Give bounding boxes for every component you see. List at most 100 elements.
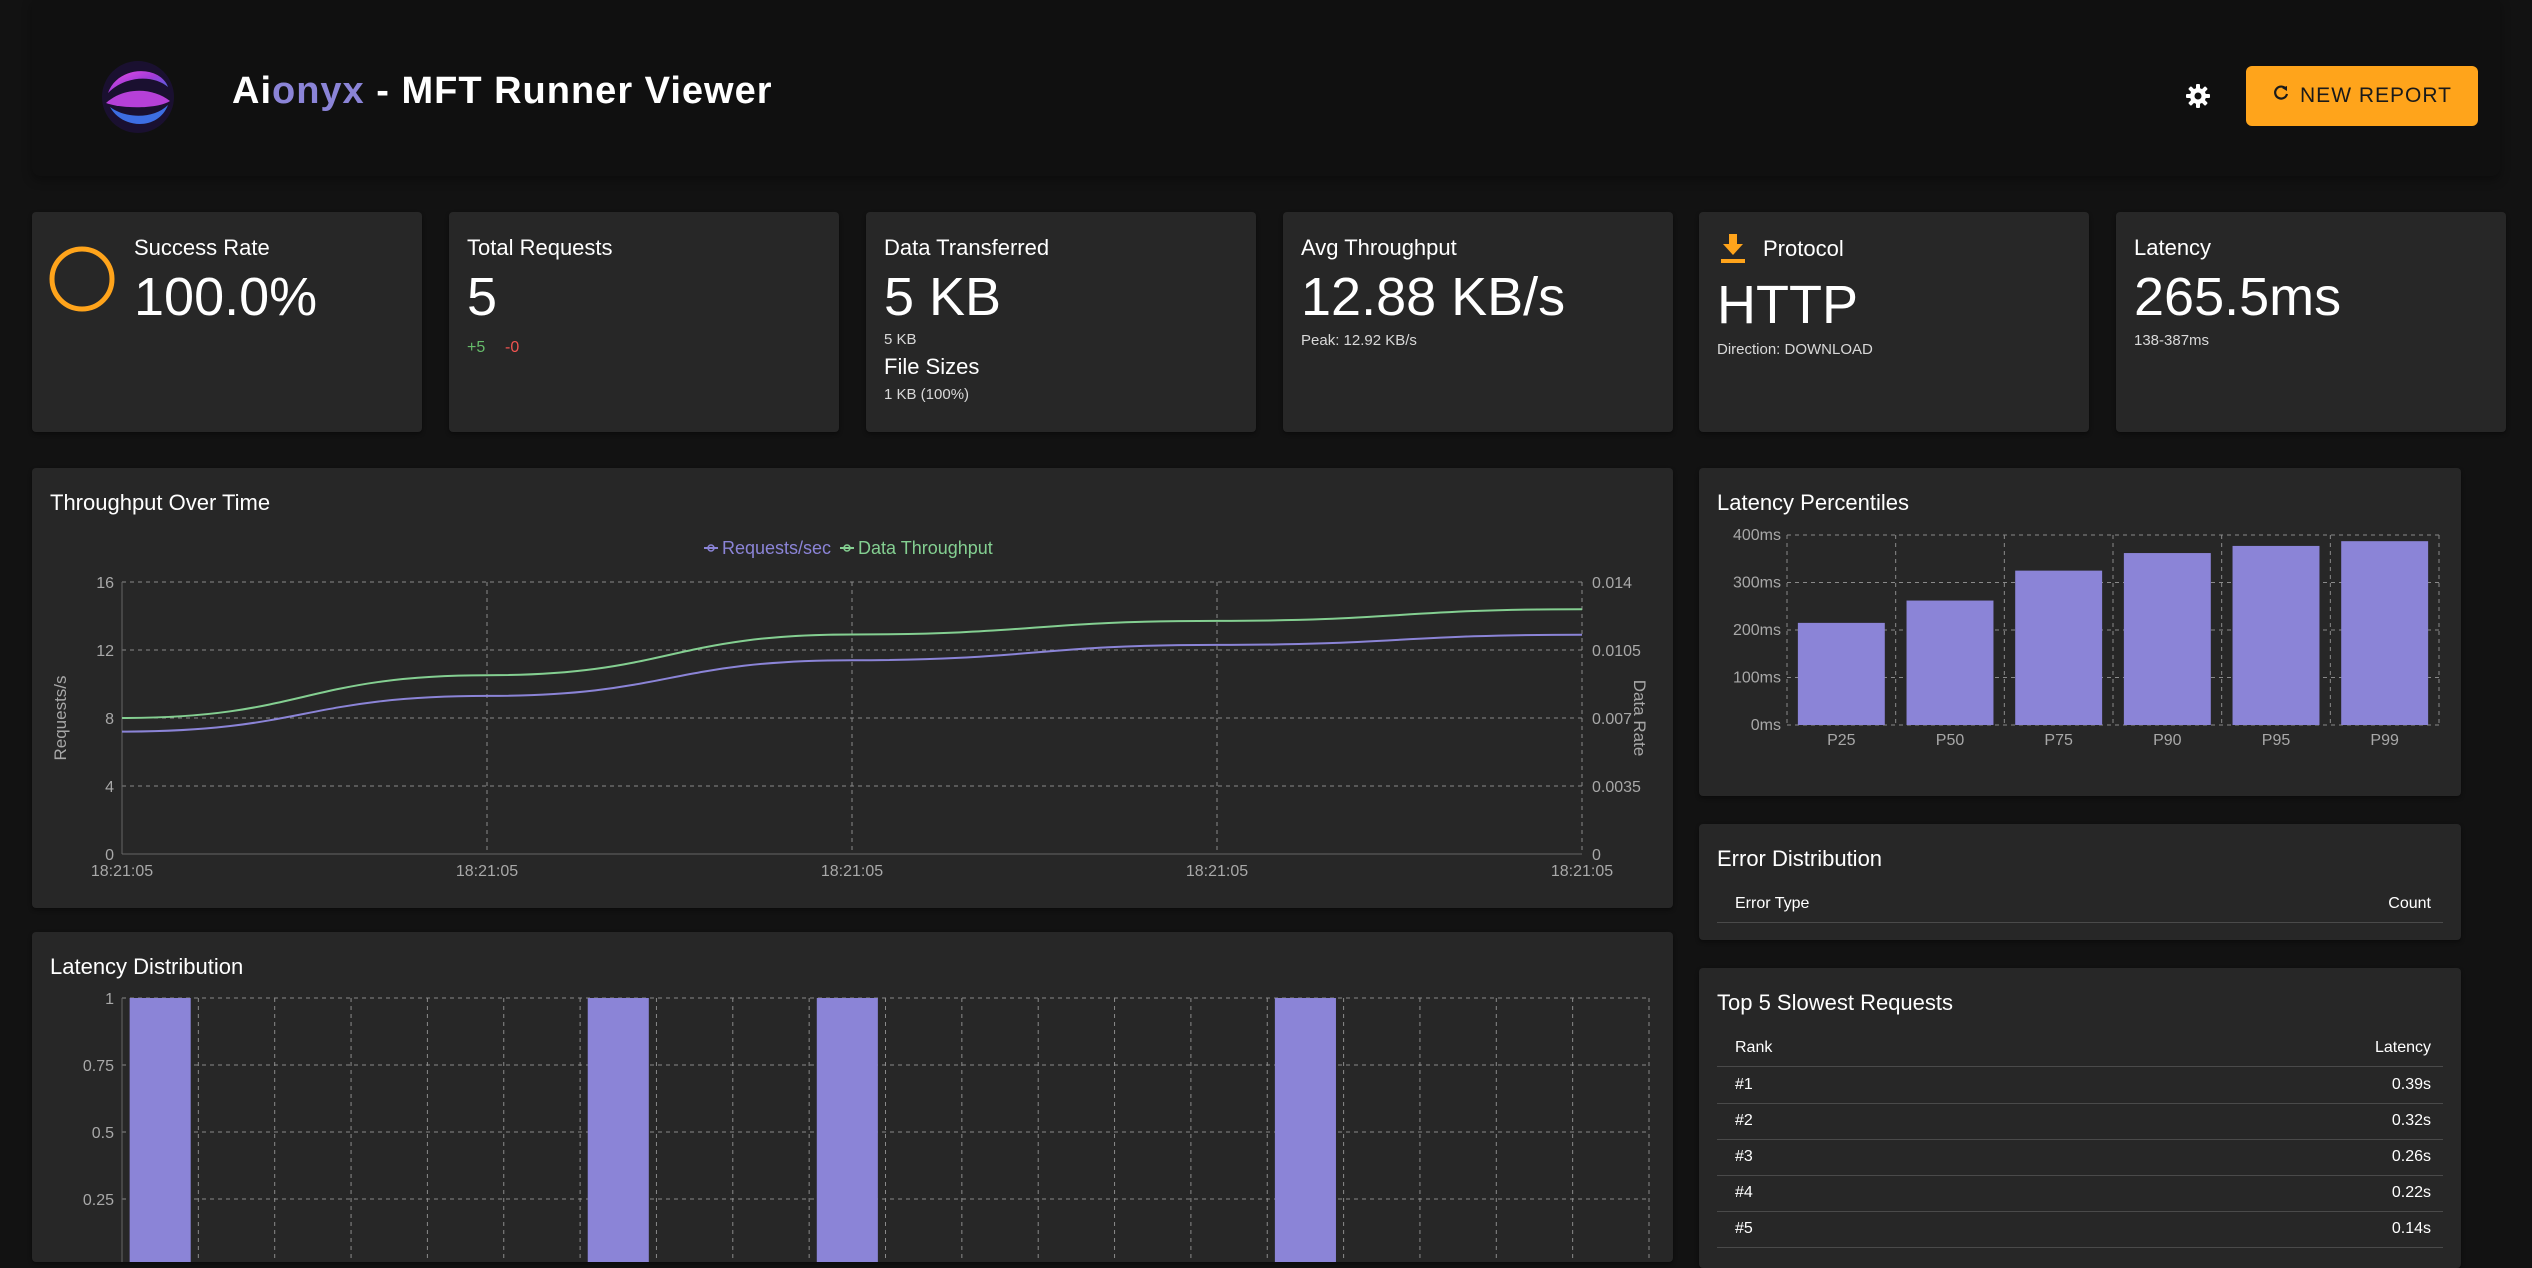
data-transferred-value: 5 KB: [884, 267, 1002, 327]
table-row: #5 0.14s: [1717, 1211, 2443, 1248]
x-tick: P25: [1827, 732, 1856, 749]
percentile-bar: [2015, 570, 2103, 725]
total-requests-card: Total Requests 5 +5 -0: [449, 212, 839, 432]
avg-throughput-card: Avg Throughput 12.88 KB/s Peak: 12.92 KB…: [1283, 212, 1673, 432]
peak-throughput: Peak: 12.92 KB/s: [1301, 332, 1417, 349]
protocol-card: Protocol HTTP Direction: DOWNLOAD: [1699, 212, 2089, 432]
y-right-axis-label: Data Rate: [1630, 680, 1649, 757]
y-right-tick: 0.014: [1592, 575, 1632, 592]
file-sizes-label: File Sizes: [884, 354, 980, 379]
x-tick: P99: [2370, 732, 2399, 749]
latency-label: Latency: [2134, 235, 2212, 260]
download-icon: [1721, 234, 1745, 269]
file-sizes-value: 1 KB (100%): [884, 386, 970, 403]
x-tick: 18:21:05: [1551, 863, 1613, 880]
throughput-chart: Requests/sec Data Throughput 16 0.014 12 0.01…: [51, 538, 1649, 880]
percentile-bar: [1906, 600, 1994, 725]
brand-ai: Ai: [232, 70, 272, 112]
app-header: Aionyx - MFT Runner Viewer NEW REPORT: [32, 0, 2500, 176]
y-tick: 0.75: [83, 1058, 114, 1075]
slowest-requests-card: Top 5 Slowest Requests Rank Latency #1 0…: [1699, 968, 2461, 1268]
distribution-bar: [816, 998, 878, 1262]
y-right-tick: 0.0105: [1592, 643, 1641, 660]
y-left-tick: 4: [105, 779, 114, 796]
y-tick: 0ms: [1751, 717, 1781, 734]
y-left-tick: 8: [105, 711, 114, 728]
latency-percentiles-chart: 400ms 300ms 200ms 100ms 0ms P25 P50 P75 P90 P95 P9…: [1733, 527, 2440, 749]
slowest-table-header: Rank Latency: [1717, 1030, 2443, 1067]
latency-percentiles-card: Latency Percentiles 400ms 300ms 200ms 100ms…: [1699, 468, 2461, 796]
x-tick: P95: [2262, 732, 2291, 749]
total-requests-label: Total Requests: [467, 235, 613, 260]
y-right-tick: 0.007: [1592, 711, 1632, 728]
x-tick: P50: [1936, 732, 1965, 749]
percentile-bar: [2123, 553, 2211, 725]
data-transferred-card: Data Transferred 5 KB 5 KB File Sizes 1 …: [866, 212, 1256, 432]
y-right-tick: 0.0035: [1592, 779, 1641, 796]
row-latency: 0.32s: [2391, 1112, 2431, 1129]
aionyx-logo-icon: [98, 57, 178, 137]
throughput-chart-card: Throughput Over Time Requests/sec Data Th…: [32, 468, 1673, 908]
latency-column: Latency: [2374, 1039, 2431, 1056]
protocol-value: HTTP: [1717, 275, 1858, 335]
x-tick: 18:21:05: [91, 863, 153, 880]
new-report-label: NEW REPORT: [2300, 84, 2452, 107]
percentile-bar: [1797, 622, 1885, 725]
y-tick: 400ms: [1733, 527, 1781, 544]
rank-column: Rank: [1735, 1039, 1773, 1056]
y-tick: 0.5: [92, 1125, 114, 1142]
row-rank: #2: [1735, 1112, 1753, 1129]
protocol-label: Protocol: [1763, 236, 1844, 261]
protocol-direction: Direction: DOWNLOAD: [1717, 341, 1873, 358]
row-rank: #3: [1735, 1148, 1753, 1165]
row-rank: #5: [1735, 1220, 1753, 1237]
y-left-tick: 12: [96, 643, 114, 660]
table-row: #1 0.39s: [1717, 1067, 2443, 1104]
requests-delta-negative: -0: [505, 339, 520, 356]
legend-requests-label: Requests/sec: [722, 538, 831, 558]
table-row: #3 0.26s: [1717, 1139, 2443, 1176]
total-requests-value: 5: [467, 267, 498, 327]
success-rate-label: Success Rate: [134, 235, 270, 260]
y-left-tick: 16: [96, 575, 114, 592]
brand-onyx: onyx: [272, 70, 365, 112]
new-report-button[interactable]: NEW REPORT: [2246, 66, 2478, 126]
x-tick: 18:21:05: [456, 863, 518, 880]
row-latency: 0.39s: [2391, 1076, 2431, 1093]
percentile-bar: [2232, 545, 2320, 725]
brand-subtitle: - MFT Runner Viewer: [364, 70, 773, 112]
table-row: #4 0.22s: [1717, 1175, 2443, 1212]
latency-range: 138-387ms: [2134, 332, 2210, 349]
row-rank: #1: [1735, 1076, 1753, 1093]
latency-distribution-chart: 1 0.75 0.5 0.25: [83, 991, 1650, 1262]
avg-throughput-value: 12.88 KB/s: [1301, 267, 1566, 327]
success-ring-icon: [48, 245, 116, 318]
y-tick: 100ms: [1733, 670, 1781, 687]
refresh-icon: [2272, 84, 2290, 108]
y-tick: 200ms: [1733, 622, 1781, 639]
error-distribution-title: Error Distribution: [1717, 846, 1883, 871]
latency-value: 265.5ms: [2134, 267, 2342, 327]
y-tick: 300ms: [1733, 575, 1781, 592]
gear-icon[interactable]: [2180, 78, 2216, 114]
latency-card: Latency 265.5ms 138-387ms: [2116, 212, 2506, 432]
x-tick: P90: [2153, 732, 2182, 749]
legend-throughput-label: Data Throughput: [858, 538, 993, 558]
slowest-requests-title: Top 5 Slowest Requests: [1717, 990, 1954, 1015]
data-transferred-label: Data Transferred: [884, 235, 1050, 260]
distribution-bar: [1274, 998, 1336, 1262]
x-tick: 18:21:05: [821, 863, 883, 880]
y-tick: 0.25: [83, 1192, 114, 1209]
requests-delta-positive: +5: [467, 339, 486, 356]
error-type-column: Error Type: [1735, 895, 1810, 912]
distribution-bar: [129, 998, 191, 1262]
success-rate-value: 100.0%: [134, 267, 318, 327]
row-latency: 0.26s: [2391, 1148, 2431, 1165]
success-rate-card: Success Rate 100.0%: [32, 212, 422, 432]
error-count-column: Count: [2388, 895, 2431, 912]
table-row: #2 0.32s: [1717, 1103, 2443, 1140]
row-latency: 0.14s: [2391, 1220, 2431, 1237]
x-tick: 18:21:05: [1186, 863, 1248, 880]
y-left-tick: 0: [105, 847, 114, 864]
row-rank: #4: [1735, 1184, 1753, 1201]
